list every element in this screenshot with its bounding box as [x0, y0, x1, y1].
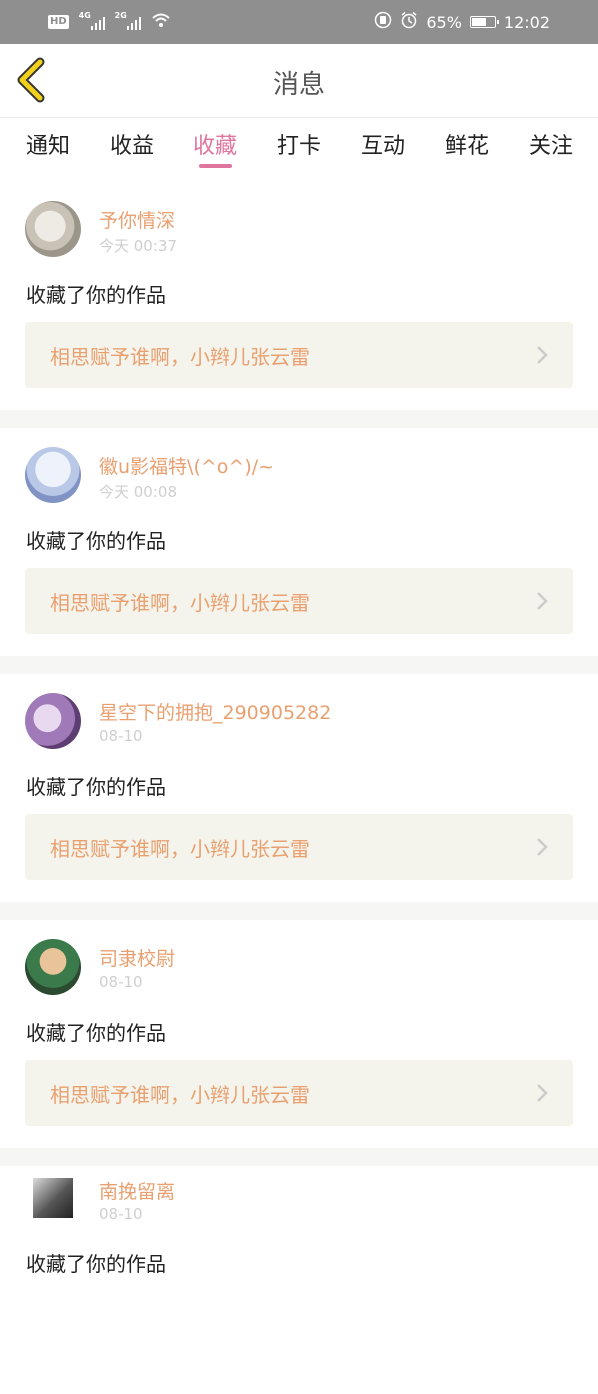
- tab-bar: 通知 收益 收藏 打卡 互动 鲜花 关注: [0, 118, 598, 176]
- separator: [0, 410, 598, 428]
- chevron-right-icon: [537, 592, 548, 610]
- chevron-right-icon: [537, 346, 548, 364]
- vibrate-icon: [374, 11, 392, 33]
- separator: [0, 902, 598, 920]
- tab-favorites[interactable]: 收藏: [193, 128, 237, 160]
- user-name[interactable]: 予你情深: [99, 206, 175, 233]
- list-item: 予你情深 今天 00:37 收藏了你的作品 相思赋予谁啊，小辫儿张云雷: [0, 182, 598, 410]
- signal-icon: 4G: [78, 11, 105, 30]
- message-list: 予你情深 今天 00:37 收藏了你的作品 相思赋予谁啊，小辫儿张云雷 徽u影福…: [0, 182, 598, 1394]
- user-name[interactable]: 南挽留离: [99, 1177, 175, 1204]
- network-type-1: 4G: [78, 11, 91, 20]
- tab-interaction[interactable]: 互动: [361, 128, 405, 160]
- work-link[interactable]: 相思赋予谁啊，小辫儿张云雷: [25, 814, 573, 880]
- page-title: 消息: [272, 70, 325, 100]
- list-item: 司隶校尉 08-10 收藏了你的作品 相思赋予谁啊，小辫儿张云雷: [0, 920, 598, 1148]
- tab-earnings[interactable]: 收益: [110, 128, 154, 160]
- work-link[interactable]: 相思赋予谁啊，小辫儿张云雷: [25, 322, 573, 388]
- tab-checkin[interactable]: 打卡: [277, 128, 321, 160]
- signal-icon-2: 2G: [114, 11, 141, 30]
- list-item: 星空下的拥抱_290905282 08-10 收藏了你的作品 相思赋予谁啊，小辫…: [0, 674, 598, 902]
- work-title: 相思赋予谁啊，小辫儿张云雷: [50, 837, 310, 861]
- avatar[interactable]: [33, 1178, 73, 1218]
- message-time: 今天 00:08: [99, 483, 177, 501]
- message-time: 08-10: [99, 973, 143, 991]
- avatar[interactable]: [25, 939, 81, 995]
- wifi-icon: [151, 12, 171, 32]
- message-time: 今天 00:37: [99, 237, 177, 255]
- battery-percent: 65%: [426, 12, 462, 32]
- alarm-icon: [400, 11, 418, 33]
- separator: [0, 1148, 598, 1166]
- user-name[interactable]: 星空下的拥抱_290905282: [99, 698, 331, 725]
- work-title: 相思赋予谁啊，小辫儿张云雷: [50, 591, 310, 615]
- clock: 12:02: [503, 12, 550, 32]
- action-text: 收藏了你的作品: [26, 529, 166, 553]
- avatar[interactable]: [25, 447, 81, 503]
- status-right: 65% 12:02: [374, 0, 550, 44]
- work-title: 相思赋予谁啊，小辫儿张云雷: [50, 345, 310, 369]
- avatar[interactable]: [25, 693, 81, 749]
- network-type-2: 2G: [114, 11, 127, 20]
- list-item: 南挽留离 08-10 收藏了你的作品: [0, 1166, 598, 1394]
- list-item: 徽u影福特\(^o^)/~ 今天 00:08 收藏了你的作品 相思赋予谁啊，小辫…: [0, 428, 598, 656]
- active-tab-indicator: [199, 164, 232, 168]
- tab-flowers[interactable]: 鲜花: [445, 128, 489, 160]
- action-text: 收藏了你的作品: [26, 1021, 166, 1045]
- battery-icon: [469, 16, 499, 28]
- work-link[interactable]: 相思赋予谁啊，小辫儿张云雷: [25, 568, 573, 634]
- status-left: HD 4G 2G: [48, 0, 171, 44]
- header: 消息: [0, 44, 598, 118]
- status-bar: HD 4G 2G 65% 12:02: [0, 0, 598, 44]
- message-time: 08-10: [99, 1205, 143, 1223]
- chevron-right-icon: [537, 838, 548, 856]
- user-name[interactable]: 徽u影福特\(^o^)/~: [99, 452, 274, 479]
- action-text: 收藏了你的作品: [26, 1252, 166, 1276]
- separator: [0, 656, 598, 674]
- hd-badge: HD: [48, 15, 69, 29]
- message-time: 08-10: [99, 727, 143, 745]
- user-name[interactable]: 司隶校尉: [99, 944, 175, 971]
- action-text: 收藏了你的作品: [26, 283, 166, 307]
- tab-follow[interactable]: 关注: [529, 128, 573, 160]
- work-link[interactable]: 相思赋予谁啊，小辫儿张云雷: [25, 1060, 573, 1126]
- chevron-right-icon: [537, 1084, 548, 1102]
- tab-notice[interactable]: 通知: [26, 128, 70, 160]
- work-title: 相思赋予谁啊，小辫儿张云雷: [50, 1083, 310, 1107]
- avatar[interactable]: [25, 201, 81, 257]
- action-text: 收藏了你的作品: [26, 775, 166, 799]
